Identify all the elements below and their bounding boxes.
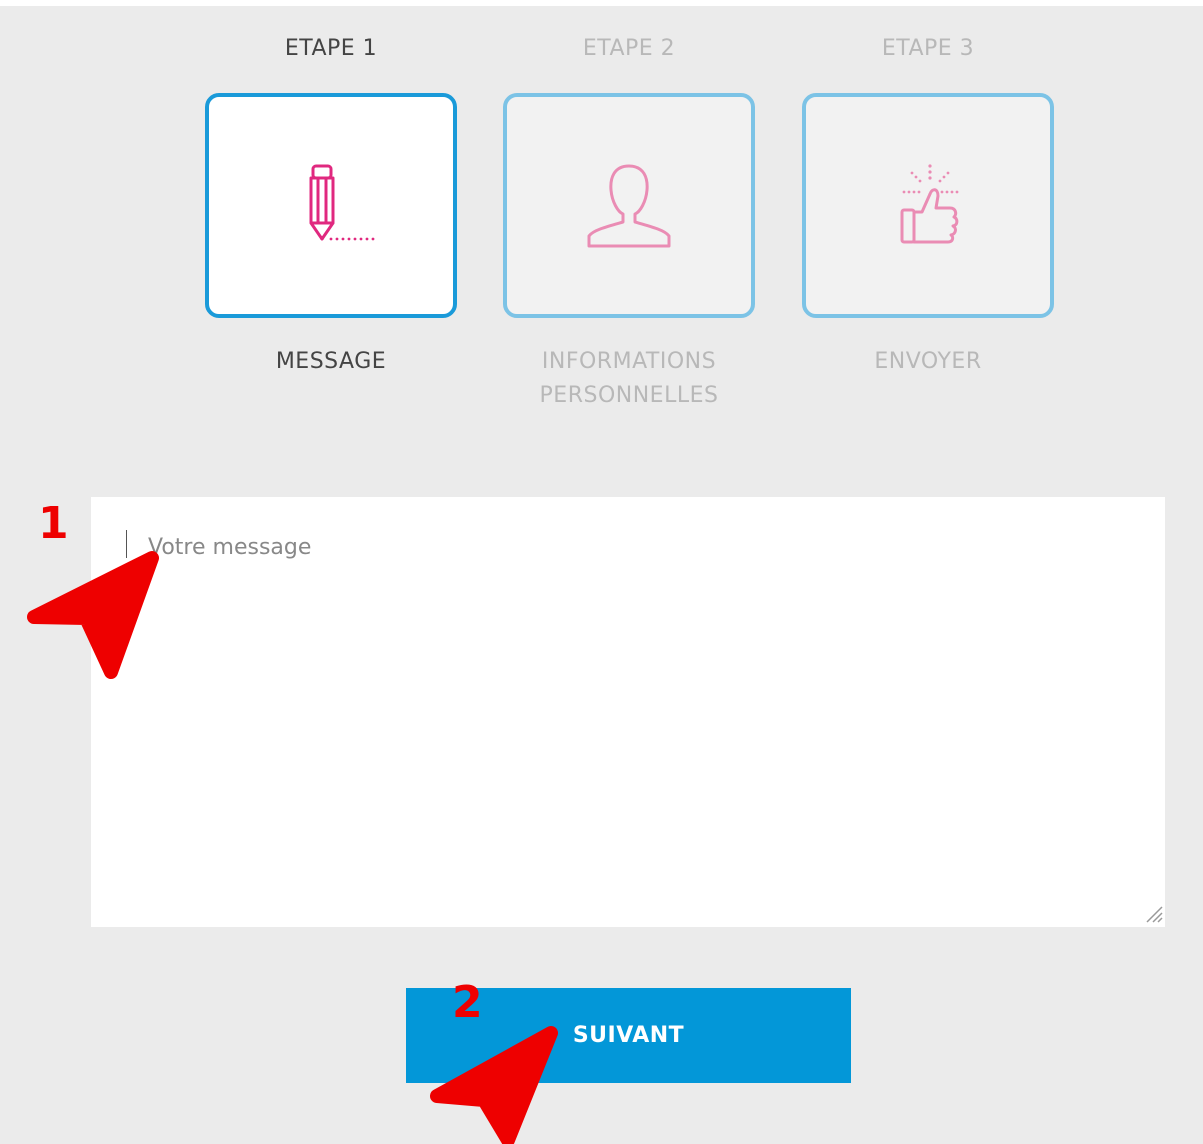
top-strip bbox=[0, 0, 1203, 6]
step-2-label: ETAPE 2 bbox=[582, 36, 676, 61]
step-3-label: ETAPE 3 bbox=[881, 36, 975, 61]
step-2-name: INFORMATIONS PERSONNELLES bbox=[539, 349, 719, 408]
step-1-label: ETAPE 1 bbox=[284, 36, 378, 61]
step-3-box[interactable] bbox=[802, 93, 1054, 318]
resize-grip-icon[interactable] bbox=[1143, 903, 1163, 923]
step-2-box[interactable] bbox=[503, 93, 755, 318]
annotation-number-2: 2 bbox=[452, 977, 483, 1028]
annotation-number-1: 1 bbox=[38, 498, 69, 549]
step-1-box[interactable] bbox=[205, 93, 457, 318]
thumbs-up-icon bbox=[900, 163, 959, 243]
pencil-icon bbox=[309, 164, 375, 240]
step-1-name: MESSAGE bbox=[275, 349, 387, 374]
message-textarea[interactable] bbox=[91, 497, 1165, 927]
text-caret bbox=[126, 530, 127, 558]
user-icon bbox=[587, 164, 671, 247]
step-3-name: ENVOYER bbox=[874, 349, 982, 374]
